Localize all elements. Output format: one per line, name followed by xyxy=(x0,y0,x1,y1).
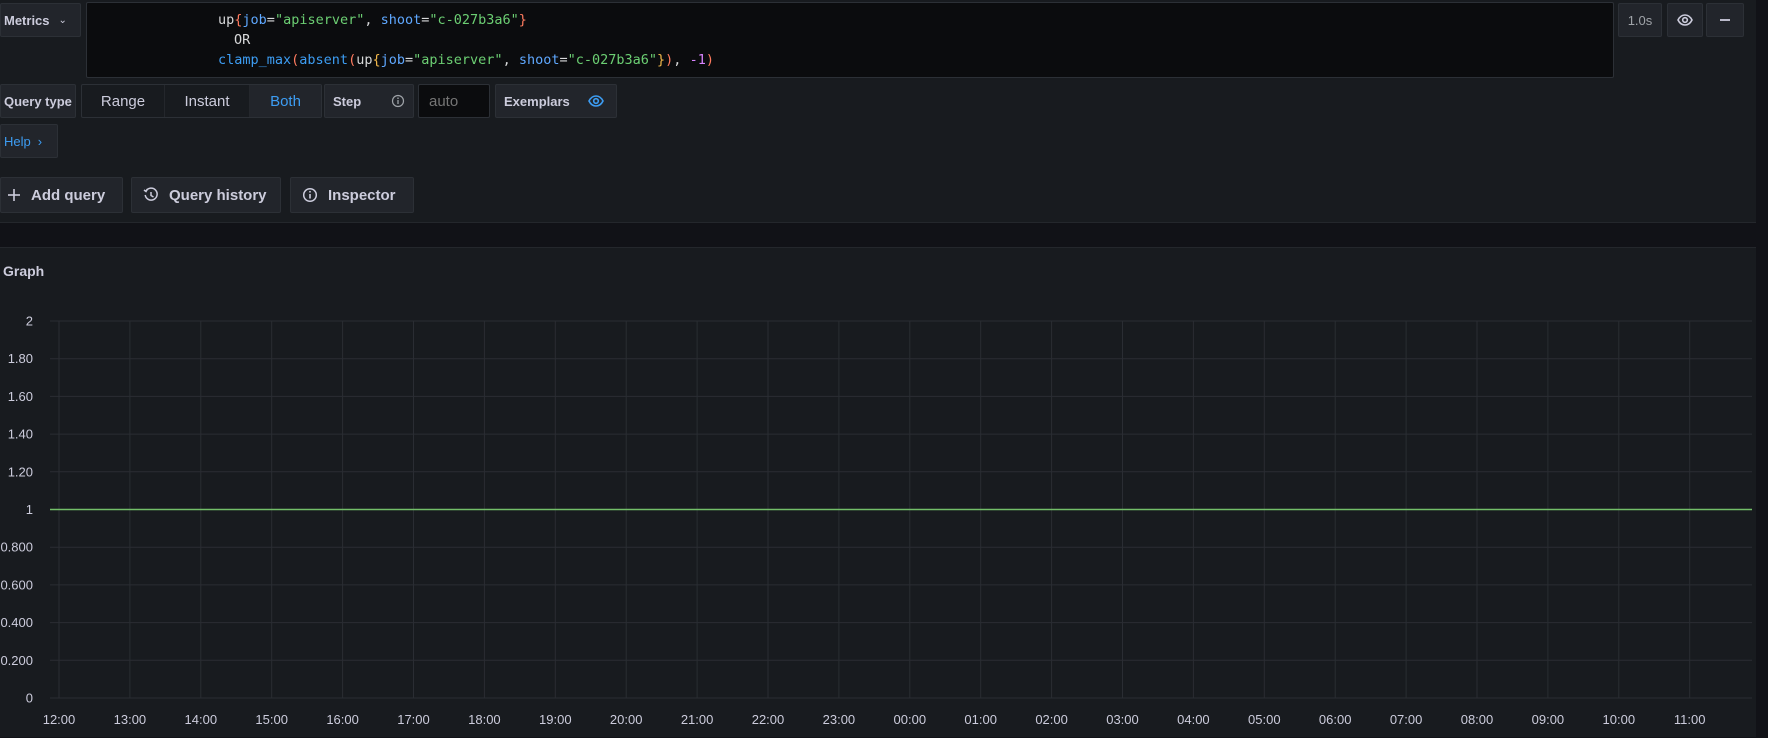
code-line-1: up{job="apiserver", shoot="c-027b3a6"} xyxy=(218,10,527,30)
code-token: shoot xyxy=(518,52,560,68)
y-tick-label: 0.600 xyxy=(0,577,33,592)
code-token: { xyxy=(372,52,381,68)
code-token: "apiserver" xyxy=(413,52,503,68)
x-tick-label: 09:00 xyxy=(1532,712,1565,727)
code-token: OR xyxy=(234,32,251,48)
y-tick-label: 0.400 xyxy=(0,615,33,630)
x-tick-label: 19:00 xyxy=(539,712,572,727)
x-tick-label: 08:00 xyxy=(1461,712,1494,727)
x-tick-label: 14:00 xyxy=(185,712,218,727)
code-token: , xyxy=(673,52,690,68)
step-label: Step xyxy=(324,84,414,118)
y-tick-label: 1.60 xyxy=(8,389,33,404)
graph-panel: Graph 2 1.80 1.60 1.40 1.20 1 0.800 0.600 0.400 0… xyxy=(0,247,1756,737)
y-tick-label: 1.40 xyxy=(8,427,33,442)
x-tick-label: 20:00 xyxy=(610,712,643,727)
chevron-right-icon: › xyxy=(37,133,43,149)
exemplars-toggle[interactable]: Exemplars xyxy=(495,84,617,118)
y-tick-label: 0.800 xyxy=(0,540,33,555)
x-tick-label: 15:00 xyxy=(255,712,288,727)
code-token: job xyxy=(380,52,406,68)
code-token: = xyxy=(266,12,275,28)
code-line-3: clamp_max(absent(up{job="apiserver", sho… xyxy=(218,50,714,70)
x-tick-label: 04:00 xyxy=(1177,712,1210,727)
code-token: } xyxy=(518,12,527,28)
code-token: shoot xyxy=(380,12,422,28)
y-tick-label: 2 xyxy=(26,314,33,329)
x-tick-label: 10:00 xyxy=(1603,712,1636,727)
x-tick-label: 17:00 xyxy=(397,712,430,727)
query-duration: 1.0s xyxy=(1627,12,1653,28)
x-tick-label: 11:00 xyxy=(1674,712,1706,727)
query-history-button[interactable]: Query history xyxy=(131,177,281,213)
graph-chart[interactable]: 21.801.601.401.2010.8000.6000.4000.20001… xyxy=(0,248,1756,738)
x-tick-label: 07:00 xyxy=(1390,712,1423,727)
x-tick-label: 23:00 xyxy=(823,712,856,727)
history-icon xyxy=(143,187,159,203)
code-token: } xyxy=(657,52,666,68)
code-token: ) xyxy=(705,52,714,68)
code-token: , xyxy=(502,52,519,68)
help-button[interactable]: Help › xyxy=(0,124,58,158)
eye-icon xyxy=(588,95,604,107)
inspector-button[interactable]: Inspector xyxy=(290,177,414,213)
x-tick-label: 01:00 xyxy=(964,712,997,727)
code-token: = xyxy=(559,52,568,68)
x-tick-label: 16:00 xyxy=(326,712,359,727)
x-tick-label: 13:00 xyxy=(114,712,147,727)
collapse-button[interactable] xyxy=(1706,3,1744,37)
code-token: "c-027b3a6" xyxy=(429,12,519,28)
query-duration-badge: 1.0s xyxy=(1618,3,1662,37)
x-tick-label: 03:00 xyxy=(1106,712,1139,727)
x-tick-label: 21:00 xyxy=(681,712,714,727)
eye-icon xyxy=(1677,14,1693,26)
code-token: , xyxy=(364,12,381,28)
plus-icon xyxy=(7,188,21,202)
y-tick-label: 1.80 xyxy=(8,351,33,366)
y-tick-label: 0 xyxy=(26,691,33,706)
y-tick-label: 0.200 xyxy=(0,653,33,668)
query-type-range[interactable]: Range xyxy=(82,85,165,117)
query-code-editor[interactable]: up{job="apiserver", shoot="c-027b3a6"} O… xyxy=(86,2,1614,78)
x-tick-label: 02:00 xyxy=(1035,712,1068,727)
query-type-label: Query type xyxy=(0,84,76,118)
x-tick-label: 22:00 xyxy=(752,712,785,727)
x-tick-label: 05:00 xyxy=(1248,712,1281,727)
x-tick-label: 00:00 xyxy=(894,712,927,727)
code-token: clamp_max xyxy=(218,52,292,68)
code-token: "apiserver" xyxy=(274,12,365,28)
step-input[interactable] xyxy=(418,84,490,118)
code-token: absent xyxy=(299,52,349,68)
x-tick-label: 06:00 xyxy=(1319,712,1352,727)
code-token: -1 xyxy=(689,52,706,68)
info-icon xyxy=(302,187,318,203)
add-query-button[interactable]: Add query xyxy=(0,177,123,213)
x-tick-label: 12:00 xyxy=(43,712,76,727)
code-token: ( xyxy=(348,52,357,68)
code-token: up xyxy=(218,12,235,28)
query-type-instant[interactable]: Instant xyxy=(165,85,250,117)
code-token: up xyxy=(356,52,373,68)
query-type-both[interactable]: Both xyxy=(250,85,321,117)
y-tick-label: 1 xyxy=(26,502,33,517)
code-token: = xyxy=(405,52,414,68)
query-editor-panel: Metrics ⌄ up{job="apiserver", shoot="c-0… xyxy=(0,0,1756,223)
datasource-label: Metrics xyxy=(4,12,50,28)
datasource-picker-button[interactable]: Metrics ⌄ xyxy=(0,3,81,37)
code-token: "c-027b3a6" xyxy=(567,52,658,68)
code-line-2: OR xyxy=(234,30,250,50)
x-tick-label: 18:00 xyxy=(468,712,501,727)
info-icon[interactable] xyxy=(391,94,405,108)
chevron-down-icon: ⌄ xyxy=(58,14,67,26)
y-tick-label: 1.20 xyxy=(8,464,33,479)
code-token: job xyxy=(242,12,267,28)
toggle-visibility-button[interactable] xyxy=(1667,3,1703,37)
minus-icon xyxy=(1720,19,1730,21)
query-type-radio-group: Range Instant Both xyxy=(81,84,322,118)
